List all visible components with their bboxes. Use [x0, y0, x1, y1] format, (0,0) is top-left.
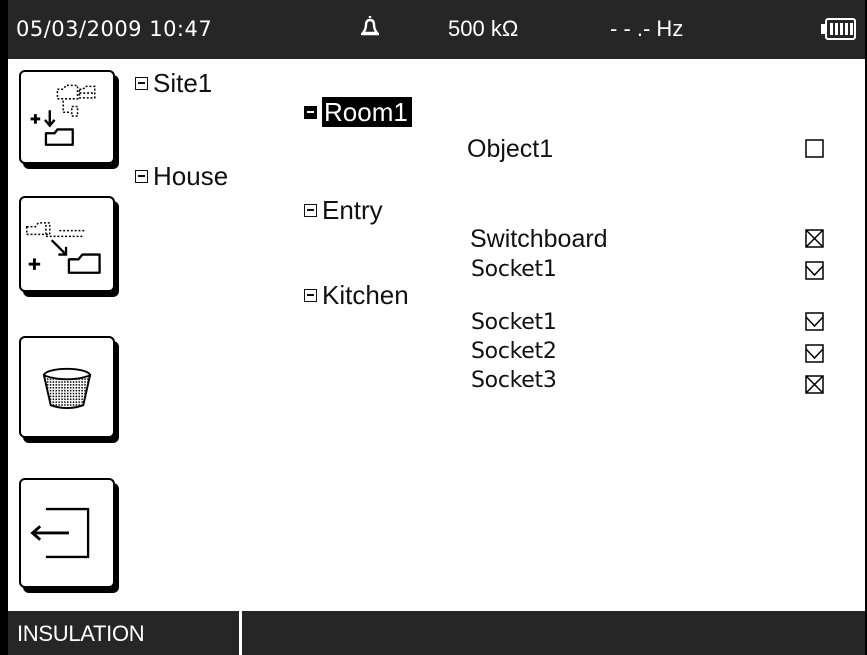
checked-box-icon[interactable] [805, 312, 824, 331]
exit-button[interactable] [19, 478, 115, 588]
resistance-readout: 500 kΩ [448, 16, 519, 41]
exit-arrow-icon [30, 507, 90, 559]
add-folder-button[interactable] [19, 196, 115, 292]
frequency-readout: - - .- Hz [610, 16, 684, 41]
checked-box-icon[interactable] [805, 344, 824, 363]
screen: 05/03/2009 10:47 500 kΩ - - .- Hz Site1 … [8, 0, 865, 655]
checked-box-icon[interactable] [805, 261, 824, 280]
tree-room-label: Room1 [322, 97, 412, 127]
add-subfolder-button[interactable] [19, 70, 115, 164]
tree-object-socket1[interactable]: Socket1 [471, 309, 557, 337]
tree-room-label: Entry [322, 195, 383, 225]
trash-icon [42, 367, 92, 410]
tree-object-switchboard[interactable]: Switchboard [470, 225, 608, 253]
add-subfolder-icon [30, 84, 96, 146]
tree-room-room1[interactable]: Room1 [304, 97, 412, 127]
add-folder-icon [25, 222, 101, 274]
tree-object-socket1[interactable]: Socket1 [471, 256, 557, 284]
tree-site-site1[interactable]: Site1 [135, 68, 212, 98]
tree-room-entry[interactable]: Entry [304, 195, 383, 225]
divider [239, 611, 242, 655]
tree-object-object1[interactable]: Object1 [467, 135, 553, 163]
collapse-icon [304, 105, 317, 119]
tree-site-label: Site1 [153, 68, 213, 98]
tree-site-house[interactable]: House [135, 161, 228, 191]
collapse-icon [135, 76, 148, 90]
tree-room-label: Kitchen [322, 280, 409, 310]
collapse-icon [304, 203, 317, 217]
tree-object-socket2[interactable]: Socket2 [471, 338, 557, 366]
tree-object-socket3[interactable]: Socket3 [471, 367, 557, 395]
collapse-icon [135, 169, 148, 183]
tree-site-label: House [153, 161, 229, 191]
bell-icon [355, 12, 385, 42]
datetime: 05/03/2009 10:47 [16, 17, 213, 41]
tree-room-kitchen[interactable]: Kitchen [304, 280, 409, 310]
battery-full-icon [820, 18, 856, 40]
delete-button[interactable] [19, 336, 115, 438]
status-bar: 05/03/2009 10:47 500 kΩ - - .- Hz [8, 0, 865, 59]
crossed-box-icon[interactable] [805, 375, 824, 394]
mode-label: INSULATION [17, 621, 145, 646]
unchecked-box-icon[interactable] [805, 139, 824, 158]
bottom-bar: INSULATION [8, 611, 865, 655]
crossed-box-icon[interactable] [805, 229, 824, 248]
collapse-icon [304, 288, 317, 302]
